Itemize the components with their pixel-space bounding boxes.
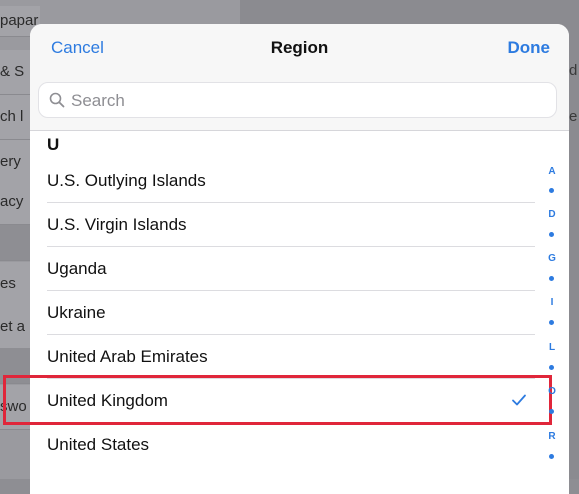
search-field[interactable] — [38, 82, 557, 119]
section-header: U — [47, 135, 60, 154]
index-dot[interactable] — [549, 188, 554, 193]
search-input[interactable] — [69, 83, 543, 119]
page-title: Region — [270, 38, 329, 57]
list-item-selected[interactable]: United Kingdom — [30, 379, 535, 423]
index-dot[interactable] — [549, 232, 554, 237]
index-dot[interactable] — [549, 409, 554, 414]
index-letter[interactable]: R — [537, 431, 567, 442]
done-button[interactable]: Done — [508, 38, 551, 58]
list-item-label: United Arab Emirates — [47, 347, 208, 366]
navigation-bar: Cancel Region Done — [30, 24, 569, 74]
index-letter[interactable]: A — [537, 166, 567, 177]
index-letter[interactable]: L — [537, 342, 567, 353]
background-right-text: e — [569, 108, 578, 125]
list-item[interactable]: United Arab Emirates — [30, 335, 535, 379]
background-right-text: d — [569, 62, 578, 79]
index-dot[interactable] — [549, 365, 554, 370]
background-row-text: ch l — [0, 108, 24, 125]
region-list: U U.S. Outlying Islands U.S. Virgin Isla… — [30, 131, 569, 494]
checkmark-icon — [512, 394, 526, 406]
background-row-text: acy — [0, 193, 24, 210]
list-item-label: U.S. Virgin Islands — [47, 215, 187, 234]
search-bar — [30, 74, 569, 131]
list-item-label: United States — [47, 435, 150, 454]
background-row-text: & S — [0, 63, 25, 80]
index-dot[interactable] — [549, 454, 554, 459]
index-dot[interactable] — [549, 320, 554, 325]
index-letter[interactable]: I — [537, 297, 567, 308]
list-item[interactable]: Uganda — [30, 247, 535, 291]
list-item-label: Uganda — [47, 259, 107, 278]
section-index[interactable]: A D G I L O R — [537, 160, 567, 480]
index-letter[interactable]: D — [537, 209, 567, 220]
search-icon — [49, 92, 65, 108]
list-item-label: U.S. Outlying Islands — [47, 171, 206, 190]
list-item[interactable]: Ukraine — [30, 291, 535, 335]
index-dot[interactable] — [549, 276, 554, 281]
index-letter[interactable]: G — [537, 253, 567, 264]
list-item-label: United Kingdom — [47, 391, 168, 410]
list-item[interactable]: U.S. Virgin Islands — [30, 203, 535, 247]
index-letter[interactable]: O — [537, 386, 567, 397]
list-item[interactable]: U.S. Outlying Islands — [30, 159, 535, 203]
list-item-label: Ukraine — [47, 303, 106, 322]
list-item[interactable]: United States — [30, 423, 535, 467]
background-row-text: ery — [0, 153, 21, 170]
background-row-text: et a — [0, 318, 26, 335]
background-row-text: swo — [0, 398, 27, 415]
background-row-text: es — [0, 275, 16, 292]
region-picker-sheet: Cancel Region Done U U.S. Outlying Islan… — [30, 24, 569, 494]
